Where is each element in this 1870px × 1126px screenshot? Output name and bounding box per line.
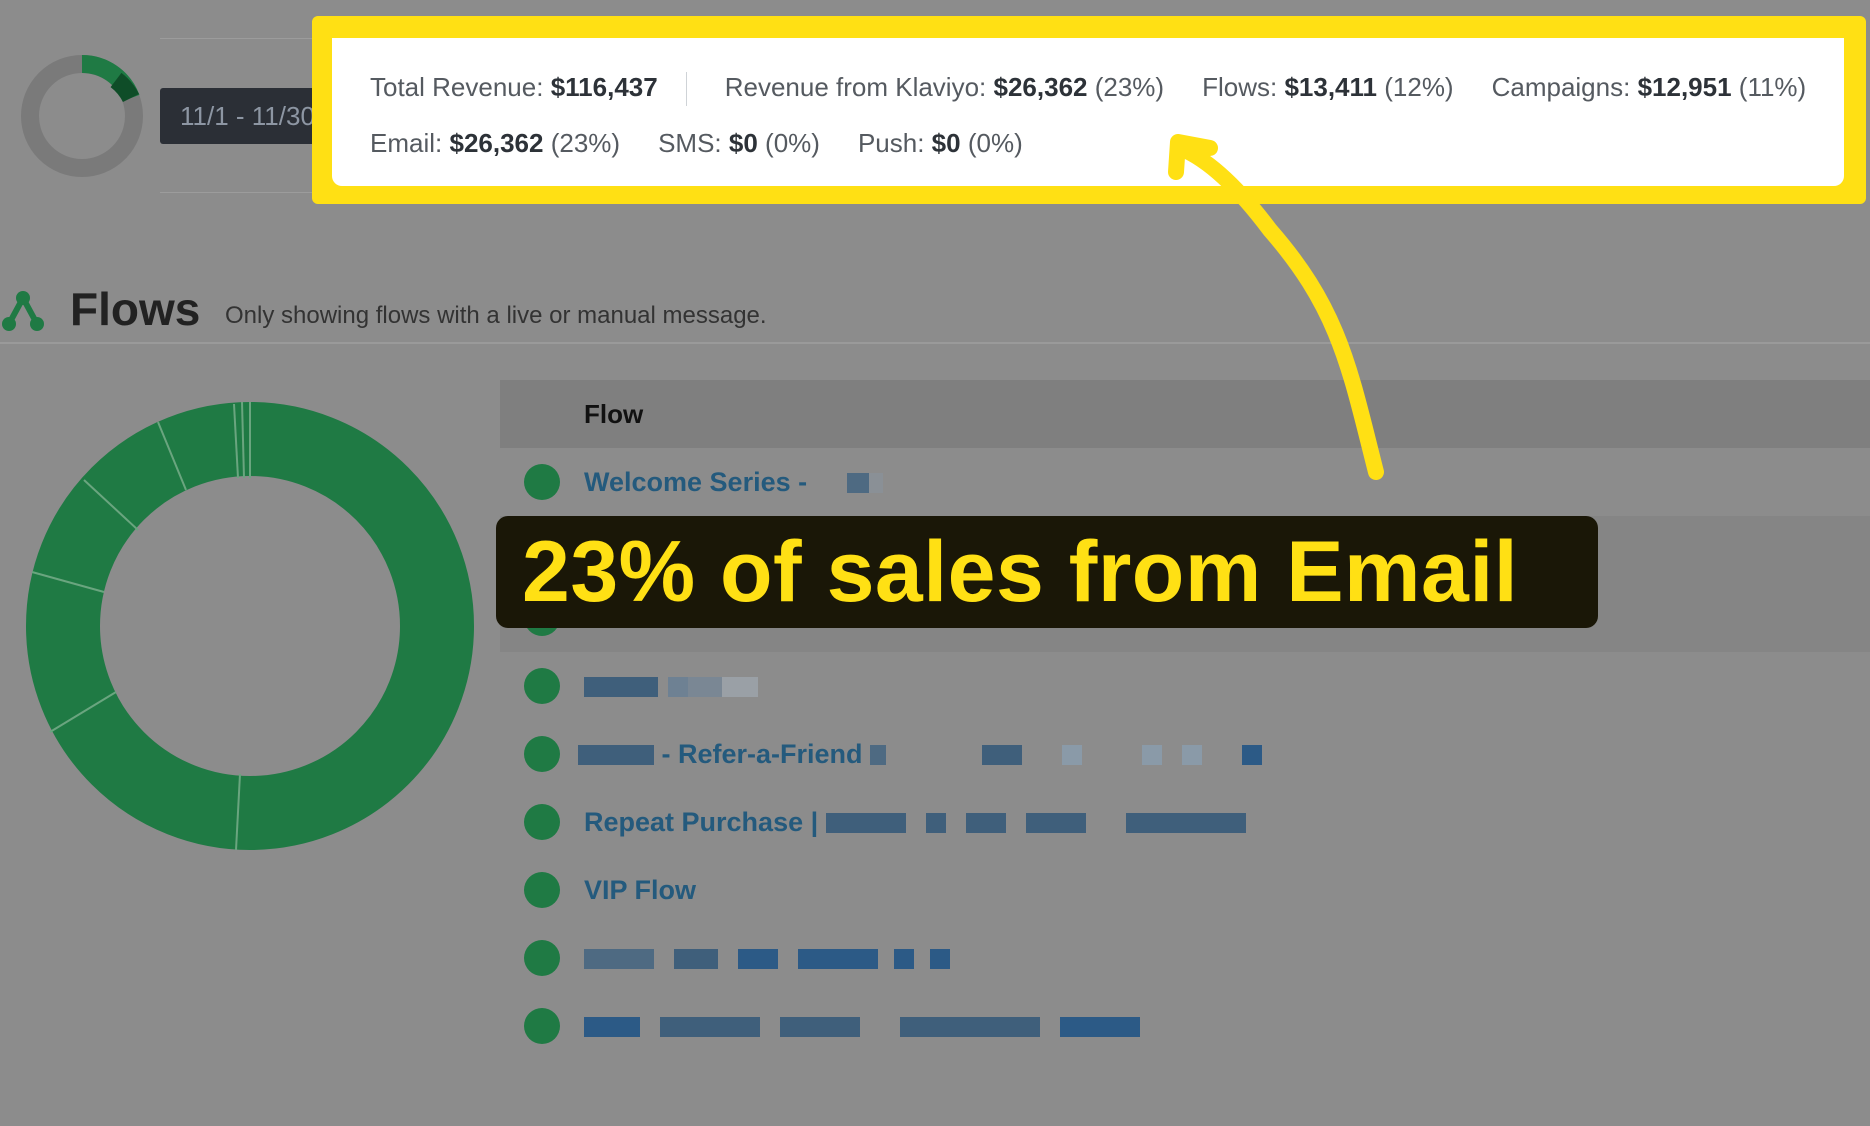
redacted-text bbox=[825, 813, 906, 834]
flows-icon bbox=[2, 291, 44, 331]
flow-link[interactable]: Welcome Series - bbox=[584, 467, 883, 498]
status-dot-icon bbox=[524, 736, 560, 772]
date-range-picker[interactable]: 11/1 - 11/30 bbox=[160, 88, 320, 144]
status-dot-icon bbox=[524, 804, 560, 840]
table-row[interactable] bbox=[500, 992, 1870, 1060]
status-dot-icon bbox=[524, 872, 560, 908]
campaigns-revenue: Campaigns: $12,951 (11%) bbox=[1491, 72, 1807, 102]
redacted-text bbox=[868, 473, 883, 494]
redacted-text bbox=[668, 677, 688, 698]
redacted-text bbox=[1025, 813, 1086, 834]
redacted-text bbox=[578, 745, 654, 766]
total-revenue: Total Revenue: $116,437 bbox=[370, 72, 658, 102]
redacted-text bbox=[674, 949, 718, 970]
email-sales-callout: 23% of sales from Email bbox=[496, 516, 1598, 628]
table-row[interactable]: VIP Flow bbox=[500, 856, 1870, 924]
redacted-text bbox=[846, 473, 869, 494]
arrow-icon bbox=[1168, 134, 1384, 480]
divider bbox=[160, 192, 320, 193]
redacted-text bbox=[925, 813, 946, 834]
redacted-text bbox=[660, 1017, 760, 1038]
table-row[interactable] bbox=[500, 924, 1870, 992]
table-row[interactable]: Repeat Purchase | bbox=[500, 788, 1870, 856]
section-divider bbox=[0, 342, 1870, 344]
flows-subtitle: Only showing flows with a live or manual… bbox=[225, 302, 767, 329]
push-revenue: Push: $0 (0%) bbox=[857, 128, 1023, 158]
flows-title: Flows bbox=[70, 283, 201, 335]
redacted-text bbox=[1060, 1017, 1140, 1038]
summary-row-1: Total Revenue: $116,437 Revenue from Kla… bbox=[370, 72, 1806, 106]
redacted-text bbox=[584, 677, 658, 698]
status-dot-icon bbox=[524, 1008, 560, 1044]
redacted-text bbox=[798, 949, 878, 970]
summary-row-2: Email: $26,362 (23%) SMS: $0 (0%) Push: … bbox=[370, 128, 1061, 159]
redacted-text bbox=[722, 677, 758, 698]
status-dot-icon bbox=[524, 940, 560, 976]
flow-link[interactable] bbox=[584, 1011, 1140, 1042]
redacted-text bbox=[982, 745, 1023, 766]
flow-link[interactable]: VIP Flow bbox=[584, 875, 696, 906]
status-dot-icon bbox=[524, 464, 560, 500]
redacted-text bbox=[1182, 745, 1203, 766]
redacted-text bbox=[870, 745, 887, 766]
redacted-text bbox=[780, 1017, 860, 1038]
redacted-text bbox=[1142, 745, 1163, 766]
redacted-text bbox=[1125, 813, 1246, 834]
redacted-text bbox=[930, 949, 950, 970]
redacted-text bbox=[1242, 745, 1263, 766]
revenue-from-klaviyo: Revenue from Klaviyo: $26,362 (23%) bbox=[724, 72, 1165, 102]
redacted-text bbox=[688, 677, 722, 698]
flows-revenue: Flows: $13,411 (12%) bbox=[1202, 72, 1454, 102]
table-row[interactable]: - Refer-a-Friend bbox=[500, 720, 1870, 788]
redacted-text bbox=[900, 1017, 1040, 1038]
revenue-mini-donut bbox=[21, 54, 143, 177]
redacted-text bbox=[584, 1017, 640, 1038]
flows-revenue-donut bbox=[26, 402, 474, 850]
flow-link[interactable] bbox=[584, 671, 758, 702]
sms-revenue: SMS: $0 (0%) bbox=[658, 128, 820, 158]
summary-separator bbox=[685, 72, 687, 106]
flow-link[interactable]: - Refer-a-Friend bbox=[578, 739, 1263, 770]
flow-link[interactable]: Repeat Purchase | bbox=[584, 807, 1246, 838]
redacted-text bbox=[894, 949, 914, 970]
status-dot-icon bbox=[524, 668, 560, 704]
redacted-text bbox=[1062, 745, 1083, 766]
redacted-text bbox=[738, 949, 778, 970]
email-revenue: Email: $26,362 (23%) bbox=[370, 128, 621, 158]
flow-link[interactable] bbox=[584, 943, 950, 974]
divider bbox=[160, 38, 320, 39]
table-row[interactable] bbox=[500, 652, 1870, 720]
redacted-text bbox=[584, 949, 654, 970]
revenue-summary-panel: Total Revenue: $116,437 Revenue from Kla… bbox=[332, 38, 1844, 186]
redacted-text bbox=[965, 813, 1006, 834]
